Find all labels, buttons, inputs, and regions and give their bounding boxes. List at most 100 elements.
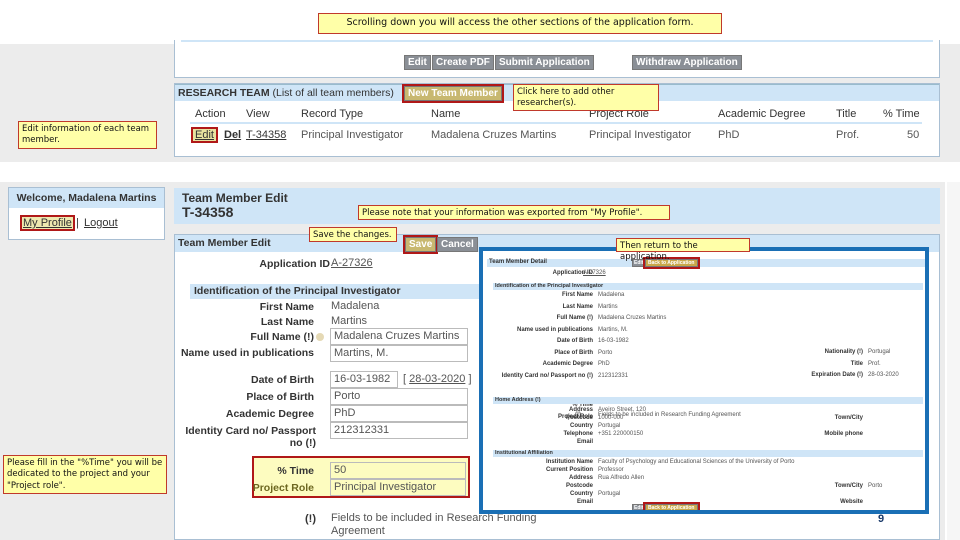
- detail-right-value: 28-03-2020: [868, 372, 899, 378]
- pub-name-input[interactable]: Martins, M.: [330, 345, 468, 362]
- detail-inst-label: Institution Name: [545, 459, 593, 465]
- detail-inst-right-value: Porto: [868, 483, 883, 489]
- cell-record-type: Principal Investigator: [301, 129, 404, 141]
- role-label: Project Role: [252, 482, 314, 494]
- pi-section-header: Identification of the Principal Investig…: [190, 284, 480, 299]
- detail-right-label: Expiration Date (!): [811, 372, 863, 378]
- detail-inst-right-label: Website: [840, 499, 863, 505]
- detail-screenshot-inset: Team Member Detail Edit Back to Applicat…: [479, 247, 929, 514]
- view-member-link[interactable]: T-34358: [246, 129, 286, 141]
- detail-value: 16-03-1982: [598, 338, 629, 344]
- role-input[interactable]: Principal Investigator: [330, 479, 466, 496]
- detail-sec1: Identification of the Principal Investig…: [493, 283, 923, 290]
- detail-sec2: Home Address (!): [493, 397, 923, 404]
- research-team-title: RESEARCH TEAM: [178, 87, 270, 99]
- time-input[interactable]: 50: [330, 462, 466, 479]
- detail-addr-value: Aveiro Street, 120: [598, 407, 646, 413]
- full-name-input[interactable]: Madalena Cruzes Martins: [330, 328, 468, 345]
- column-title: Title: [836, 108, 857, 120]
- note-return: Then return to the application.: [616, 238, 750, 262]
- detail-inst-right-label: Town/City: [834, 483, 863, 489]
- detail-label: Place of Birth: [554, 349, 593, 356]
- detail-addr-label: Telephone: [563, 431, 593, 437]
- detail-value: Madalena Cruzes Martins: [598, 315, 667, 321]
- note-exported: Please note that your information was ex…: [358, 205, 670, 220]
- first-name-value: Madalena: [331, 300, 380, 312]
- note-add-researcher: Click here to add other researcher(s).: [513, 84, 659, 111]
- save-button[interactable]: Save: [402, 235, 439, 254]
- column-view: View: [246, 108, 270, 120]
- detail-inst-value: Faculty of Psychology and Educational Sc…: [598, 459, 795, 465]
- detail-label: Full Name (!): [556, 315, 593, 321]
- detail-edit-button-bottom[interactable]: Edit: [632, 504, 646, 510]
- detail-label: Last Name: [562, 303, 593, 310]
- welcome-text: Welcome, Madalena Martins: [9, 188, 164, 208]
- detail-inst-label: Postcode: [565, 483, 593, 489]
- detail-inst-label: Address: [568, 475, 593, 481]
- withdraw-application-button[interactable]: Withdraw Application: [632, 55, 742, 70]
- edit-application-button[interactable]: Edit: [404, 55, 431, 70]
- idcard-label: Identity Card no/ Passport no (!): [185, 425, 316, 450]
- detail-label: Date of Birth: [557, 338, 593, 344]
- detail-addr-value: +351 220000150: [598, 431, 644, 437]
- dob-input[interactable]: 16-03-1982: [330, 371, 398, 388]
- note-scroll: Scrolling down you will access the other…: [318, 13, 722, 34]
- detail-addr-label: Address: [568, 407, 593, 413]
- detail-addr-value: 1000-000: [598, 415, 624, 421]
- research-team-subtitle: (List of all team members): [272, 87, 394, 99]
- detail-label: Academic Degree: [542, 361, 593, 367]
- last-name-label: Last Name: [260, 316, 314, 328]
- logout-link[interactable]: Logout: [84, 217, 118, 229]
- delete-member-link[interactable]: Del: [224, 129, 241, 141]
- application-id-label: Application ID: [259, 258, 330, 270]
- cell-time: 50: [907, 129, 920, 141]
- cell-name: Madalena Cruzes Martins: [431, 129, 557, 141]
- note-save: Save the changes.: [309, 227, 397, 242]
- detail-header: Team Member Detail: [487, 259, 925, 267]
- detail-value: Porto: [598, 349, 613, 356]
- detail-addr-right-label: Town/City: [834, 415, 863, 421]
- detail-value: 212312331: [598, 372, 629, 379]
- detail-value: Martins: [598, 303, 618, 310]
- my-profile-link[interactable]: My Profile: [20, 215, 75, 231]
- edit-member-link[interactable]: Edit: [191, 127, 218, 143]
- detail-value: Madalena: [598, 292, 625, 298]
- full-name-label: Full Name (!): [250, 331, 314, 343]
- note-fill-time-role: Please fill in the "%Time" you will be d…: [3, 455, 167, 494]
- scrollbar[interactable]: [947, 182, 960, 540]
- degree-input[interactable]: PhD: [330, 405, 468, 422]
- create-pdf-button[interactable]: Create PDF: [432, 55, 494, 70]
- detail-right-value: Portugal: [868, 349, 891, 355]
- detail-sec3: Institutional Affiliation: [493, 450, 923, 457]
- detail-app-id-label: Application ID: [552, 270, 593, 276]
- application-id-link[interactable]: A-27326: [331, 257, 373, 269]
- detail-app-id[interactable]: A-27326: [583, 270, 606, 276]
- detail-label: Name used in publications: [516, 326, 593, 333]
- column-time: % Time: [883, 108, 920, 120]
- dob-label: Date of Birth: [251, 374, 314, 386]
- idcard-input[interactable]: 212312331: [330, 422, 468, 439]
- detail-value: Martins, M.: [598, 326, 628, 333]
- detail-inst-label: Email: [576, 499, 593, 505]
- cell-degree: PhD: [718, 129, 740, 141]
- separator: |: [76, 217, 79, 229]
- column-academic-degree: Academic Degree: [718, 108, 806, 120]
- page-number: 9: [878, 513, 885, 525]
- footnote-mark: (!): [305, 513, 316, 525]
- detail-label: First Name: [561, 292, 593, 298]
- edit-page-title: Team Member Edit: [182, 191, 288, 205]
- degree-label: Academic Degree: [225, 408, 314, 420]
- detail-right-value: Prof.: [868, 360, 881, 367]
- footnote: Fields to be included in Research Fundin…: [331, 512, 537, 537]
- cancel-button[interactable]: Cancel: [437, 237, 478, 252]
- cell-title: Prof.: [836, 129, 860, 141]
- date-link[interactable]: 28-03-2020: [409, 373, 465, 385]
- new-team-member-button[interactable]: New Team Member: [402, 84, 504, 103]
- detail-label: Identity Card no/ Passport no (!): [501, 372, 593, 379]
- pob-input[interactable]: Porto: [330, 388, 468, 405]
- detail-addr-right-label: Mobile phone: [824, 431, 863, 437]
- detail-addr-label: Country: [570, 423, 593, 429]
- back-to-application-bottom[interactable]: Back to Application: [643, 502, 700, 510]
- column-record-type: Record Type: [301, 108, 364, 120]
- submit-application-button[interactable]: Submit Application: [495, 55, 594, 70]
